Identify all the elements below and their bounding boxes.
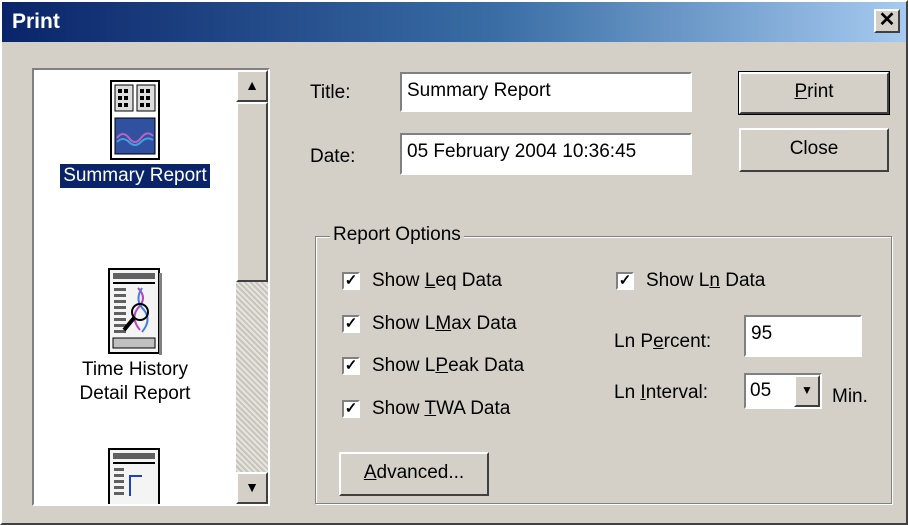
date-label: Date:: [310, 146, 356, 167]
show-lpeak-checkbox[interactable]: ✓ Show LPeak Data: [342, 355, 524, 377]
time-history-report-icon: [108, 268, 162, 355]
checkbox-box[interactable]: ✓: [342, 315, 360, 333]
ln-percent-label: Ln Percent:: [614, 331, 712, 352]
checkbox-box[interactable]: ✓: [616, 272, 634, 290]
chart-report-icon: [108, 448, 160, 504]
print-dialog: Print ✕ Summary Report Time History Deta…: [0, 0, 908, 525]
scroll-up-button[interactable]: ▲: [236, 70, 268, 102]
chevron-down-icon: ▼: [801, 383, 813, 397]
advanced-button[interactable]: Advanced...: [339, 452, 489, 496]
show-twa-checkbox[interactable]: ✓ Show TWA Data: [342, 398, 510, 420]
show-leq-label: Show Leq Data: [372, 270, 502, 291]
scroll-down-button[interactable]: ▼: [236, 472, 268, 504]
list-item-chart-report[interactable]: [34, 448, 236, 504]
advanced-button-label: Advanced...: [363, 462, 465, 483]
checkbox-box[interactable]: ✓: [342, 357, 360, 375]
ln-percent-input[interactable]: 95: [744, 315, 862, 357]
check-icon: ✓: [344, 272, 358, 289]
ln-interval-unit: Min.: [832, 386, 868, 407]
title-bar[interactable]: Print ✕: [2, 2, 906, 42]
show-twa-label: Show TWA Data: [372, 398, 511, 419]
show-ln-checkbox[interactable]: ✓ Show Ln Data: [616, 270, 765, 292]
close-window-button[interactable]: ✕: [874, 9, 900, 33]
close-button-label: Close: [789, 138, 839, 159]
check-icon: ✓: [344, 357, 358, 374]
report-options-legend: Report Options: [330, 224, 464, 246]
arrow-down-icon: ▼: [245, 479, 259, 495]
dropdown-button[interactable]: ▼: [794, 375, 820, 407]
print-button[interactable]: Print: [738, 71, 890, 115]
ln-interval-select[interactable]: 05 ▼: [744, 373, 822, 409]
list-item-label-line1: Time History: [82, 359, 188, 380]
summary-report-icon: [110, 80, 160, 160]
report-type-list[interactable]: Summary Report Time History Detail Repor…: [32, 68, 270, 506]
show-lmax-checkbox[interactable]: ✓ Show LMax Data: [342, 313, 517, 335]
print-button-label: Print: [794, 81, 834, 102]
checkbox-box[interactable]: ✓: [342, 272, 360, 290]
scroll-thumb[interactable]: [236, 102, 268, 282]
list-item-time-history-report[interactable]: Time History Detail Report: [34, 268, 236, 406]
show-leq-checkbox[interactable]: ✓ Show Leq Data: [342, 270, 502, 292]
checkbox-box[interactable]: ✓: [342, 400, 360, 418]
show-lmax-label: Show LMax Data: [372, 313, 517, 334]
list-item-label-line2: Detail Report: [79, 383, 191, 404]
ln-interval-label: Ln Interval:: [614, 382, 709, 403]
list-scrollbar[interactable]: ▲ ▼: [236, 70, 268, 504]
list-item-label: Summary Report: [59, 163, 211, 189]
window-title: Print: [12, 10, 60, 33]
arrow-up-icon: ▲: [245, 77, 259, 93]
title-input[interactable]: Summary Report: [400, 72, 692, 112]
check-icon: ✓: [344, 315, 358, 332]
title-label: Title:: [310, 82, 351, 103]
close-button[interactable]: Close: [739, 128, 889, 172]
date-input[interactable]: 05 February 2004 10:36:45: [400, 133, 692, 175]
check-icon: ✓: [344, 400, 358, 417]
list-item-summary-report[interactable]: Summary Report: [34, 80, 236, 189]
close-icon: ✕: [878, 9, 896, 31]
show-lpeak-label: Show LPeak Data: [372, 355, 525, 376]
show-ln-label: Show Ln Data: [646, 270, 766, 291]
check-icon: ✓: [618, 272, 632, 289]
report-list-items: Summary Report Time History Detail Repor…: [34, 70, 236, 504]
